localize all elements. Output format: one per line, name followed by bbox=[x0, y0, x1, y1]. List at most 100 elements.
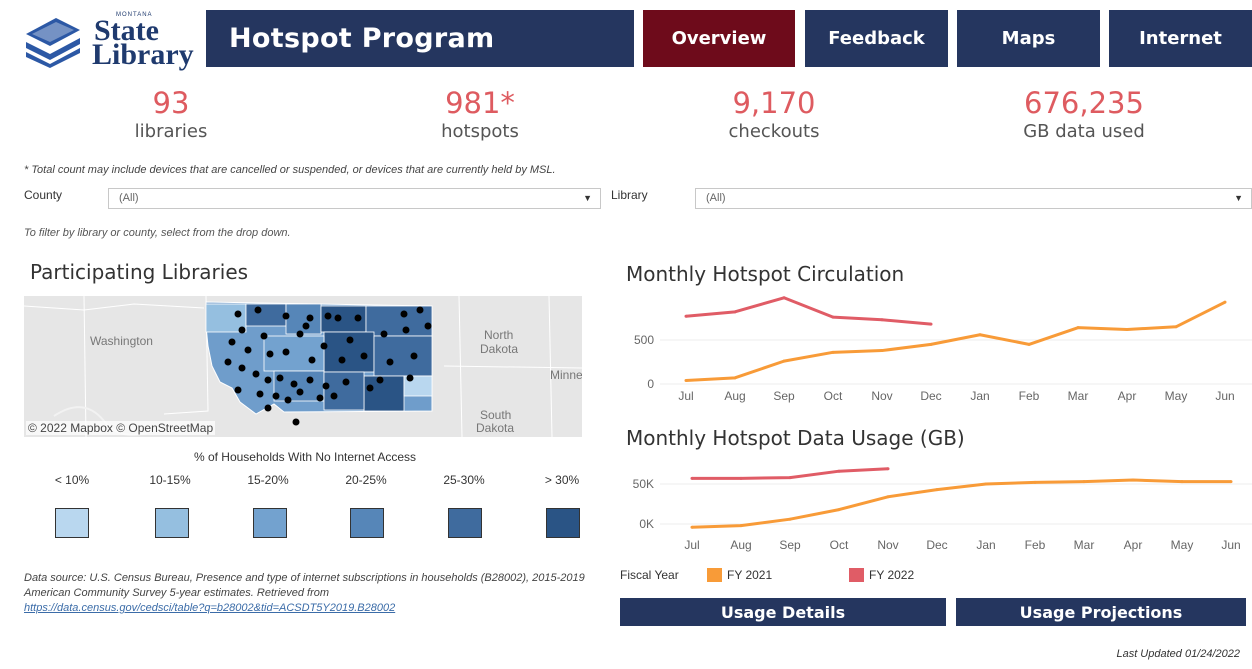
kpi-data-used: 676,235 GB data used bbox=[984, 86, 1184, 144]
data-point bbox=[1076, 326, 1080, 330]
map-title: Participating Libraries bbox=[30, 260, 249, 284]
x-tick-label: Apr bbox=[1124, 538, 1143, 552]
x-tick-label: Jan bbox=[970, 389, 989, 403]
x-tick-label: Nov bbox=[871, 389, 892, 403]
hotspot-footnote: * Total count may include devices that a… bbox=[24, 164, 556, 176]
x-tick-label: Oct bbox=[830, 538, 849, 552]
county-dropdown[interactable]: (All) ▼ bbox=[108, 188, 601, 209]
data-point bbox=[1082, 480, 1086, 484]
series-line-fy-2021 bbox=[685, 300, 1226, 382]
kpi-label: libraries bbox=[134, 121, 208, 142]
nav-overview-button[interactable]: Overview bbox=[643, 10, 795, 67]
filter-hint: To filter by library or county, select f… bbox=[24, 227, 291, 239]
x-tick-label: Sep bbox=[779, 538, 801, 552]
data-point bbox=[1174, 325, 1178, 329]
x-tick-label: Mar bbox=[1074, 538, 1095, 552]
fy2021-swatch bbox=[707, 568, 722, 582]
data-point bbox=[831, 350, 835, 354]
x-tick-label: Jun bbox=[1221, 538, 1240, 552]
nav-internet-button[interactable]: Internet bbox=[1109, 10, 1252, 67]
book-stack-icon bbox=[26, 18, 80, 68]
map-label-dakota: Dakota bbox=[480, 342, 519, 356]
fy2021-legend-label: FY 2021 bbox=[727, 568, 773, 582]
kpi-label: checkouts bbox=[728, 121, 820, 142]
census-link[interactable]: https://data.census.gov/cedsci/table?q=b… bbox=[24, 602, 395, 614]
x-tick-label: Aug bbox=[724, 389, 745, 403]
legend-swatch[interactable] bbox=[350, 508, 384, 538]
data-point bbox=[929, 322, 933, 326]
data-source-note: Data source: U.S. Census Bureau, Presenc… bbox=[24, 571, 589, 616]
data-point bbox=[690, 476, 694, 480]
data-point bbox=[1027, 342, 1031, 346]
x-tick-label: Jun bbox=[1215, 389, 1234, 403]
data-point bbox=[1033, 480, 1037, 484]
circulation-chart: 500 0 Jul Aug Sep Oct Nov Dec Jan Feb Mar Apr May Jun bbox=[634, 296, 1252, 403]
data-point bbox=[837, 469, 841, 473]
x-tick-label: Jan bbox=[976, 538, 995, 552]
data-point bbox=[733, 310, 737, 314]
logo-library: Library bbox=[92, 38, 194, 71]
x-tick-label: May bbox=[1165, 389, 1188, 403]
usage-projections-button[interactable]: Usage Projections bbox=[956, 598, 1246, 626]
fy2022-swatch bbox=[849, 568, 864, 582]
map-legend-title: % of Households With No Internet Access bbox=[193, 450, 417, 464]
data-point bbox=[788, 517, 792, 521]
legend-swatch[interactable] bbox=[155, 508, 189, 538]
data-point bbox=[984, 482, 988, 486]
y-tick-label: 50K bbox=[633, 477, 654, 491]
map-label-minne: Minne bbox=[550, 368, 582, 382]
kpi-checkouts: 9,170 checkouts bbox=[674, 86, 874, 144]
library-dropdown-value: (All) bbox=[706, 192, 726, 204]
map-label-washington: Washington bbox=[90, 334, 153, 348]
page-title: Hotspot Program bbox=[229, 23, 495, 54]
nav-feedback-button[interactable]: Feedback bbox=[805, 10, 948, 67]
library-filter-label: Library bbox=[611, 188, 648, 202]
x-tick-label: Feb bbox=[1019, 389, 1040, 403]
data-point bbox=[831, 315, 835, 319]
chevron-down-icon: ▼ bbox=[1234, 193, 1243, 203]
county-filter-label: County bbox=[24, 188, 63, 202]
data-point bbox=[739, 524, 743, 528]
map-credit: © 2022 Mapbox © OpenStreetMap bbox=[26, 421, 216, 435]
msl-logo: MONTANA State Library bbox=[22, 8, 197, 71]
data-point bbox=[1180, 480, 1184, 484]
legend-label: 25-30% bbox=[443, 473, 485, 487]
legend-label: 10-15% bbox=[149, 473, 191, 487]
legend-swatch[interactable] bbox=[448, 508, 482, 538]
data-point bbox=[880, 318, 884, 322]
libraries-map[interactable]: Washington North Dakota Minne South Dako… bbox=[24, 296, 582, 437]
data-point bbox=[1229, 480, 1233, 484]
fy2022-legend-label: FY 2022 bbox=[869, 568, 915, 582]
data-usage-chart-title: Monthly Hotspot Data Usage (GB) bbox=[626, 426, 965, 450]
kpi-libraries: 93 libraries bbox=[71, 86, 271, 144]
data-point bbox=[690, 525, 694, 529]
data-usage-chart: 50K 0K Jul Aug Sep Oct Nov Dec Jan Feb Mar Apr May Ju… bbox=[633, 467, 1252, 552]
map-label-south: South bbox=[480, 408, 512, 422]
data-point bbox=[1223, 300, 1227, 304]
circulation-chart-title: Monthly Hotspot Circulation bbox=[626, 262, 905, 286]
legend-swatch[interactable] bbox=[55, 508, 89, 538]
map-label-north: North bbox=[484, 328, 514, 342]
kpi-value: 9,170 bbox=[732, 86, 816, 120]
x-tick-label: Sep bbox=[773, 389, 795, 403]
legend-swatch[interactable] bbox=[546, 508, 580, 538]
kpi-value: 676,235 bbox=[1024, 86, 1144, 120]
data-point bbox=[733, 376, 737, 380]
y-tick-label: 0K bbox=[639, 517, 654, 531]
data-point bbox=[788, 476, 792, 480]
x-tick-label: Oct bbox=[824, 389, 843, 403]
data-point bbox=[837, 508, 841, 512]
kpi-value: 93 bbox=[152, 86, 190, 120]
kpi-hotspots: 981* hotspots bbox=[380, 86, 580, 144]
usage-details-button[interactable]: Usage Details bbox=[620, 598, 946, 626]
x-tick-label: Dec bbox=[926, 538, 947, 552]
x-tick-label: Nov bbox=[877, 538, 898, 552]
library-dropdown[interactable]: (All) ▼ bbox=[695, 188, 1252, 209]
legend-swatch[interactable] bbox=[253, 508, 287, 538]
nav-maps-button[interactable]: Maps bbox=[957, 10, 1100, 67]
y-tick-label: 500 bbox=[634, 333, 654, 347]
data-point bbox=[684, 378, 688, 382]
fiscal-year-legend-title: Fiscal Year bbox=[620, 568, 679, 582]
title-bar: Hotspot Program bbox=[206, 10, 634, 67]
chevron-down-icon: ▼ bbox=[583, 193, 592, 203]
